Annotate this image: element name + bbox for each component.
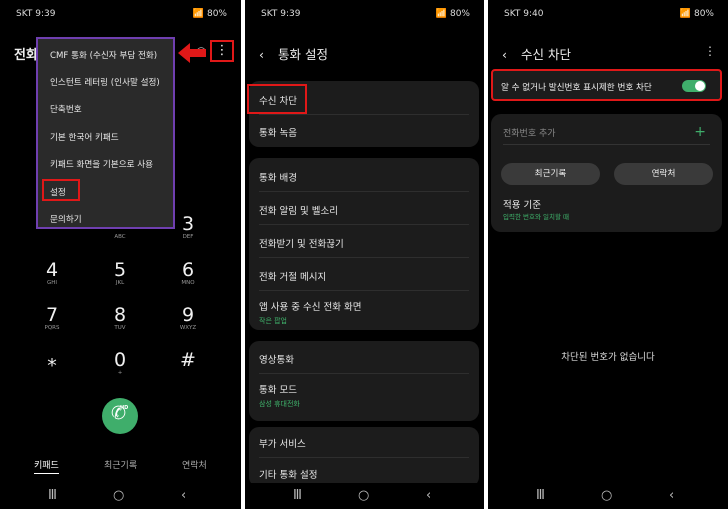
toggle-label: 알 수 없거나 발신번호 표시제한 번호 차단 bbox=[501, 83, 652, 93]
recent-apps-icon[interactable]: Ⅲ bbox=[48, 488, 57, 503]
key-8[interactable]: 8 TUV bbox=[100, 305, 140, 332]
more-options-icon[interactable]: ⋮ bbox=[704, 44, 716, 58]
call-button[interactable]: ✆ HD bbox=[102, 398, 138, 434]
setting-reject-messages[interactable]: 전화 거절 메시지 bbox=[259, 269, 326, 283]
system-nav-bar: Ⅲ ○ ‹ bbox=[488, 483, 728, 509]
phone-call-blocking-screen: SKT 9:40 📶 80% ‹ 수신 차단 ⋮ 알 수 없거나 발신번호 표시… bbox=[488, 0, 728, 509]
menu-item-instant-lettering[interactable]: 인스턴트 레터링 (인사말 설정) bbox=[50, 76, 160, 88]
home-icon[interactable]: ○ bbox=[358, 488, 369, 503]
page-header: ‹ 통화 설정 bbox=[259, 44, 328, 63]
key-2[interactable]: ABC bbox=[100, 222, 140, 241]
key-7[interactable]: 7 PQRS bbox=[32, 305, 72, 332]
switch-knob bbox=[695, 81, 705, 91]
setting-incoming-call-display[interactable]: 앱 사용 중 수신 전화 화면 작은 팝업 bbox=[259, 299, 362, 326]
battery-level: 📶 80% bbox=[192, 9, 227, 19]
key-5[interactable]: 5 JKL bbox=[100, 260, 140, 287]
match-criteria-setting[interactable]: 적용 기준 bbox=[503, 197, 541, 211]
key-6[interactable]: 6 MNO bbox=[168, 260, 208, 287]
tab-contacts[interactable]: 연락처 bbox=[182, 458, 207, 471]
setting-other-call-settings[interactable]: 기타 통화 설정 bbox=[259, 467, 317, 481]
menu-item-korean-keypad[interactable]: 기본 한국어 키패드 bbox=[50, 131, 119, 143]
recent-apps-icon[interactable]: Ⅲ bbox=[536, 488, 545, 503]
input-underline bbox=[503, 144, 710, 145]
status-bar: SKT 9:39 📶 80% bbox=[0, 0, 241, 24]
block-numbers-card: 전화번호 추가 + 최근기록 연락처 적용 기준 입력한 번호와 일치할 때 bbox=[491, 114, 722, 232]
system-nav-bar: Ⅲ ○ ‹ bbox=[245, 483, 484, 509]
block-unknown-toggle-row[interactable]: 알 수 없거나 발신번호 표시제한 번호 차단 bbox=[491, 69, 722, 101]
more-options-icon[interactable]: ⋮ bbox=[210, 40, 234, 62]
empty-state-text: 차단된 번호가 없습니다 bbox=[561, 352, 655, 363]
menu-item-speed-dial[interactable]: 단축번호 bbox=[50, 103, 82, 115]
tab-keypad[interactable]: 키패드 bbox=[34, 458, 59, 474]
divider bbox=[259, 114, 469, 115]
match-criteria-value: 입력한 번호와 일치할 때 bbox=[503, 213, 569, 221]
settings-highlight-box bbox=[42, 179, 80, 201]
back-icon[interactable]: ‹ bbox=[669, 488, 674, 503]
setting-call-background[interactable]: 통화 배경 bbox=[259, 170, 297, 184]
settings-group-2: 통화 배경 전화 알림 및 벨소리 전화받기 및 전화끊기 전화 거절 메시지 … bbox=[249, 158, 479, 330]
key-0[interactable]: 0 + bbox=[100, 350, 140, 377]
setting-ringtone[interactable]: 전화 알림 및 벨소리 bbox=[259, 203, 338, 217]
battery-level: 📶 80% bbox=[435, 9, 470, 19]
setting-video-call[interactable]: 영상통화 bbox=[259, 352, 294, 366]
status-time: SKT 9:39 bbox=[261, 9, 301, 19]
key-3[interactable]: 3 DEF bbox=[168, 214, 208, 241]
settings-group-4: 부가 서비스 기타 통화 설정 bbox=[249, 427, 479, 487]
setting-additional-services[interactable]: 부가 서비스 bbox=[259, 436, 306, 450]
hd-badge: HD bbox=[120, 405, 129, 411]
status-time: SKT 9:40 bbox=[504, 9, 544, 19]
options-menu: CMF 통화 (수신자 부담 전화) 인스턴트 레터링 (인사말 설정) 단축번… bbox=[36, 37, 175, 229]
page-title: 통화 설정 bbox=[277, 47, 328, 62]
menu-item-contact-us[interactable]: 문의하기 bbox=[50, 213, 82, 225]
status-bar: SKT 9:40 📶 80% bbox=[488, 0, 728, 24]
home-icon[interactable]: ○ bbox=[113, 488, 124, 503]
back-arrow-icon[interactable]: ‹ bbox=[259, 47, 264, 62]
settings-group-3: 영상통화 통화 모드 삼성 휴대전화 bbox=[249, 341, 479, 421]
phone-call-settings-screen: SKT 9:39 📶 80% ‹ 통화 설정 수신 차단 통화 녹음 통화 배경… bbox=[245, 0, 484, 509]
back-arrow-icon[interactable]: ‹ bbox=[502, 47, 507, 62]
page-header: ‹ 수신 차단 bbox=[502, 44, 571, 63]
page-title: 전화 bbox=[14, 48, 38, 63]
menu-item-cmf[interactable]: CMF 통화 (수신자 부담 전화) bbox=[50, 49, 157, 61]
recent-apps-icon[interactable]: Ⅲ bbox=[293, 488, 302, 503]
status-bar: SKT 9:39 📶 80% bbox=[245, 0, 484, 24]
key-hash[interactable]: # bbox=[168, 350, 208, 370]
home-icon[interactable]: ○ bbox=[601, 488, 612, 503]
setting-value: 삼성 휴대전화 bbox=[259, 400, 300, 408]
key-4[interactable]: 4 GHI bbox=[32, 260, 72, 287]
contacts-button[interactable]: 연락처 bbox=[614, 163, 713, 185]
system-nav-bar: Ⅲ ○ ‹ bbox=[0, 483, 241, 509]
key-9[interactable]: 9 WXYZ bbox=[168, 305, 208, 332]
phone-dialer-screen: SKT 9:39 📶 80% 전화 ○ ⋮ CMF 통화 (수신자 부담 전화)… bbox=[0, 0, 241, 509]
pointer-arrow-icon bbox=[178, 43, 206, 63]
menu-item-default-keypad[interactable]: 키패드 화면을 기본으로 사용 bbox=[50, 158, 153, 170]
back-icon[interactable]: ‹ bbox=[181, 488, 186, 503]
status-time: SKT 9:39 bbox=[16, 9, 56, 19]
setting-call-recording[interactable]: 통화 녹음 bbox=[259, 125, 297, 139]
setting-call-mode[interactable]: 통화 모드 삼성 휴대전화 bbox=[259, 382, 300, 409]
tab-recents[interactable]: 최근기록 bbox=[104, 458, 137, 471]
block-unknown-switch[interactable] bbox=[682, 80, 706, 92]
setting-value: 작은 팝업 bbox=[259, 317, 287, 325]
battery-level: 📶 80% bbox=[679, 9, 714, 19]
add-icon[interactable]: + bbox=[694, 124, 706, 140]
add-number-input[interactable]: 전화번호 추가 bbox=[503, 126, 556, 139]
page-title: 수신 차단 bbox=[520, 47, 571, 62]
recent-log-button[interactable]: 최근기록 bbox=[501, 163, 600, 185]
key-star[interactable]: ⁎ bbox=[32, 350, 72, 370]
setting-answer-end[interactable]: 전화받기 및 전화끊기 bbox=[259, 236, 344, 250]
call-blocking-highlight-box bbox=[247, 84, 307, 114]
back-icon[interactable]: ‹ bbox=[426, 488, 431, 503]
